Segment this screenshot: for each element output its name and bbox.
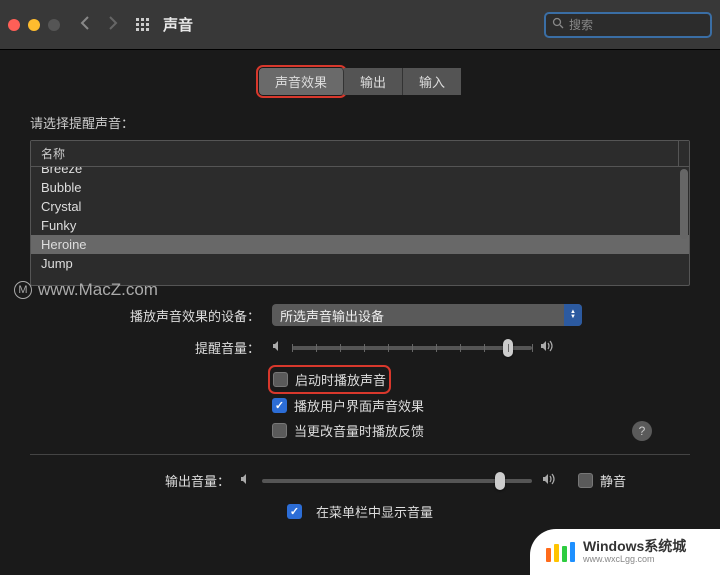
volume-low-icon [272,340,284,355]
feedback-label: 当更改音量时播放反馈 [294,421,424,440]
alert-sound-list: 名称 BreezeBubbleCrystalFunkyHeroineJump [30,140,690,286]
tabs-segmented-control: 声音效果输出输入 [30,68,690,95]
feedback-checkbox[interactable] [272,423,287,438]
startup-sound-checkbox[interactable] [273,372,288,387]
scrollbar-thumb[interactable] [680,169,688,239]
alert-sound-prompt: 请选择提醒声音： [30,113,690,132]
tab-1[interactable]: 输出 [344,68,403,95]
output-volume-slider[interactable] [262,479,532,483]
volume-low-icon [240,473,252,488]
minimize-window-button[interactable] [28,19,40,31]
device-label: 播放声音效果的设备： [30,306,260,325]
mute-label: 静音 [600,471,626,490]
slider-thumb[interactable] [495,472,505,490]
window-title: 声音 [163,14,193,35]
device-value: 所选声音输出设备 [280,306,384,325]
divider [30,454,690,455]
mute-checkbox[interactable] [578,473,593,488]
tab-2[interactable]: 输入 [403,68,461,95]
volume-high-icon [542,473,558,488]
nav-buttons [80,15,118,34]
list-item[interactable]: Heroine [31,235,689,254]
alert-volume-slider[interactable] [292,346,532,350]
alert-volume-label: 提醒音量： [30,338,260,357]
close-window-button[interactable] [8,19,20,31]
site-badge: Windows系统城 www.wxcLgg.com [530,529,720,575]
titlebar: 声音 搜索 [0,0,720,50]
scrollbar[interactable] [678,167,688,285]
ui-effects-checkbox[interactable]: ✓ [272,398,287,413]
tab-0[interactable]: 声音效果 [259,68,344,95]
menubar-volume-label: 在菜单栏中显示音量 [316,502,433,521]
list-item[interactable]: Jump [31,254,689,273]
search-placeholder: 搜索 [569,16,593,33]
volume-high-icon [540,340,556,355]
list-item[interactable]: Breeze [31,167,689,178]
forward-button[interactable] [108,15,118,34]
device-dropdown[interactable]: 所选声音输出设备 ▲▼ [272,304,582,326]
list-item[interactable]: Funky [31,216,689,235]
back-button[interactable] [80,15,90,34]
show-all-icon[interactable] [136,18,149,31]
dropdown-arrows-icon: ▲▼ [564,304,582,326]
output-volume-label: 输出音量： [30,471,230,490]
zoom-window-button[interactable] [48,19,60,31]
ui-effects-label: 播放用户界面声音效果 [294,396,424,415]
menubar-volume-checkbox[interactable]: ✓ [287,504,302,519]
list-item[interactable]: Crystal [31,197,689,216]
list-header-name[interactable]: 名称 [31,141,689,167]
search-input[interactable]: 搜索 [544,12,712,38]
help-button[interactable]: ? [632,421,652,441]
startup-sound-label: 启动时播放声音 [295,370,386,389]
search-icon [552,17,564,32]
traffic-lights [8,19,60,31]
startup-sound-highlight: 启动时播放声音 [272,369,387,390]
list-item[interactable]: Bubble [31,178,689,197]
